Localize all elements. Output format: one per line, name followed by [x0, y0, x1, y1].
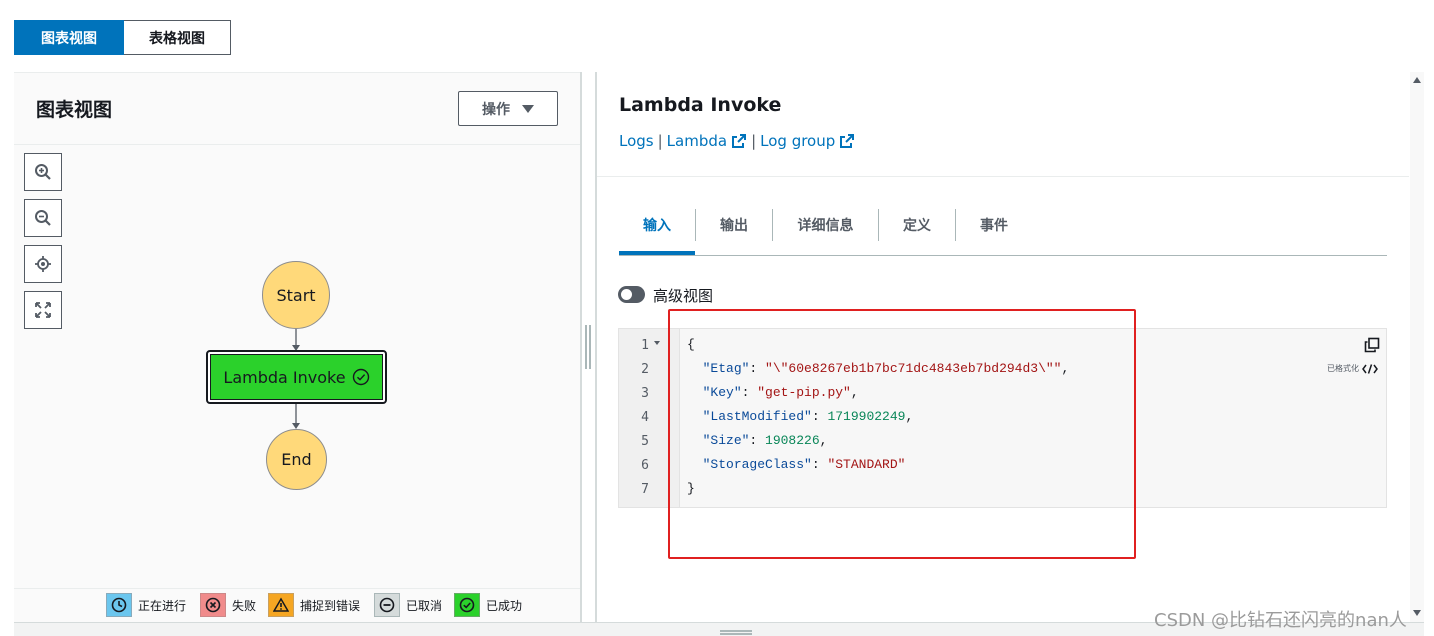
legend-in-progress-label: 正在进行 — [138, 598, 187, 613]
line-number: 7 — [641, 482, 649, 497]
detail-tabs: 输入 输出 详细信息 定义 事件 — [619, 206, 1387, 256]
line-number: 3 — [641, 386, 649, 401]
vertical-scrollbar[interactable] — [1410, 72, 1424, 622]
legend-succeeded: 已成功 — [454, 593, 522, 617]
tab-details[interactable]: 详细信息 — [773, 208, 878, 242]
line-number: 2 — [641, 362, 649, 377]
check-circle-icon — [352, 368, 369, 386]
legend-cancelled-label: 已取消 — [406, 598, 443, 613]
copy-icon[interactable] — [1364, 337, 1380, 358]
splitter-left-edge — [580, 72, 582, 622]
watermark: CSDN @比钻石还闪亮的nan人 — [1154, 610, 1407, 631]
external-link-icon[interactable] — [731, 133, 747, 149]
graph-view-button[interactable]: 图表视图 — [14, 20, 124, 55]
toggle-knob — [621, 289, 632, 300]
format-toggle[interactable]: 已格式化 — [1327, 363, 1378, 374]
tab-definition[interactable]: 定义 — [879, 208, 955, 242]
status-legend: 正在进行 失败 捕捉到错误 已取消 已成功 — [14, 588, 580, 622]
check-circle-icon — [454, 593, 480, 617]
legend-caught-error-label: 捕捉到错误 — [300, 598, 361, 613]
clock-icon — [106, 593, 132, 617]
format-label: 已格式化 — [1327, 364, 1359, 373]
x-circle-icon — [200, 593, 226, 617]
code-icon — [1362, 363, 1378, 374]
bottom-drag-handle[interactable] — [720, 630, 752, 635]
graph-panel: 图表视图 操作 Start Lambda Invoke End — [14, 72, 580, 622]
start-node[interactable]: Start — [262, 261, 330, 329]
table-view-button[interactable]: 表格视图 — [124, 20, 231, 55]
fold-arrow-icon[interactable] — [654, 341, 660, 345]
warning-icon — [268, 593, 294, 617]
link-separator: | — [751, 132, 757, 150]
detail-header-divider — [597, 176, 1409, 177]
lambda-invoke-label: Lambda Invoke — [223, 367, 346, 387]
end-node-label: End — [281, 450, 312, 469]
start-node-label: Start — [276, 285, 316, 305]
legend-in-progress: 正在进行 — [106, 593, 186, 617]
state-machine-graph — [292, 329, 300, 429]
scroll-up-arrow-icon[interactable] — [1413, 77, 1421, 83]
line-number: 6 — [641, 458, 649, 473]
link-separator: | — [657, 132, 663, 150]
tab-events[interactable]: 事件 — [956, 208, 1032, 242]
legend-caught-error: 捕捉到错误 — [268, 593, 360, 617]
logs-link[interactable]: Logs — [619, 132, 654, 150]
tab-output[interactable]: 输出 — [696, 208, 772, 242]
scroll-down-arrow-icon[interactable] — [1413, 610, 1421, 616]
legend-succeeded-label: 已成功 — [486, 598, 523, 613]
minus-circle-icon — [374, 593, 400, 617]
lambda-invoke-node[interactable]: Lambda Invoke — [206, 350, 387, 404]
advanced-view-label: 高级视图 — [653, 287, 714, 305]
legend-failed: 失败 — [200, 593, 256, 617]
log-group-link[interactable]: Log group — [760, 132, 835, 150]
splitter-right-edge — [595, 72, 597, 622]
detail-title: Lambda Invoke — [619, 94, 782, 116]
view-toggle: 图表视图 表格视图 — [14, 20, 231, 55]
legend-cancelled: 已取消 — [374, 593, 442, 617]
advanced-view-toggle[interactable] — [618, 286, 645, 303]
splitter-drag-handle[interactable] — [585, 325, 591, 369]
tab-input[interactable]: 输入 — [619, 208, 695, 242]
highlight-annotation — [668, 309, 1136, 559]
legend-failed-label: 失败 — [232, 598, 257, 613]
line-number: 5 — [641, 434, 649, 449]
active-tab-indicator — [619, 251, 695, 255]
detail-links: Logs | Lambda | Log group — [619, 132, 855, 150]
line-number: 1 — [641, 338, 649, 353]
end-node[interactable]: End — [266, 429, 327, 490]
line-number: 4 — [641, 410, 649, 425]
external-link-icon[interactable] — [839, 133, 855, 149]
lambda-link[interactable]: Lambda — [667, 132, 727, 150]
